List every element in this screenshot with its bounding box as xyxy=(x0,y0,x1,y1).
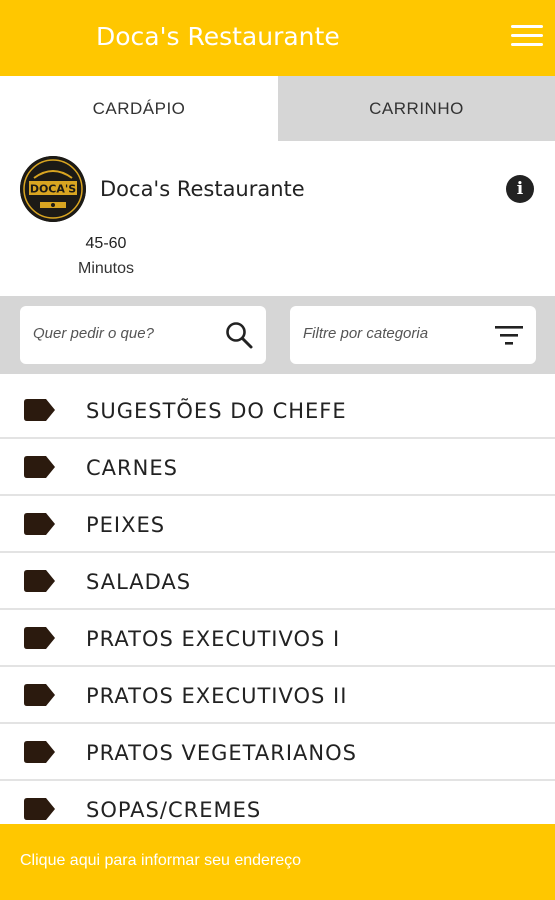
tag-icon xyxy=(24,456,56,483)
category-label: SUGESTÕES DO CHEFE xyxy=(86,399,347,423)
category-label: PRATOS VEGETARIANOS xyxy=(86,741,357,765)
filter-placeholder: Filtre por categoria xyxy=(303,325,429,342)
address-button-label: Clique aqui para informar seu endereço xyxy=(20,852,302,869)
hamburger-menu-icon[interactable] xyxy=(511,24,543,50)
search-input[interactable]: Quer pedir o que? xyxy=(20,306,266,364)
tag-icon xyxy=(24,627,56,654)
category-label: PEIXES xyxy=(86,513,166,537)
tag-icon xyxy=(24,684,56,711)
tag-icon xyxy=(24,798,56,825)
address-button[interactable]: Clique aqui para informar seu endereço xyxy=(0,824,555,900)
restaurant-logo: DOCA'S xyxy=(20,156,86,222)
app-bar: Doca's Restaurante xyxy=(0,0,555,76)
category-item[interactable]: CARNES xyxy=(0,439,555,496)
search-placeholder: Quer pedir o que? xyxy=(33,325,154,342)
restaurant-name: Doca's Restaurante xyxy=(100,177,305,201)
tab-bar: CARDÁPIO CARRINHO xyxy=(0,76,555,141)
category-item[interactable]: PEIXES xyxy=(0,496,555,553)
tab-cardapio[interactable]: CARDÁPIO xyxy=(0,76,278,141)
category-label: PRATOS EXECUTIVOS I xyxy=(86,627,341,651)
restaurant-header: DOCA'S Doca's Restaurante i 45-60 Minuto… xyxy=(0,141,555,296)
tag-icon xyxy=(24,399,56,426)
info-icon[interactable]: i xyxy=(506,175,534,203)
category-label: PRATOS EXECUTIVOS II xyxy=(86,684,348,708)
tab-carrinho[interactable]: CARRINHO xyxy=(278,76,555,141)
tag-icon xyxy=(24,513,56,540)
filter-bar: Quer pedir o que? Filtre por categoria xyxy=(0,296,555,374)
delivery-time-range: 45-60 xyxy=(85,235,127,252)
category-list: SUGESTÕES DO CHEFE CARNES PEIXES SALADAS… xyxy=(0,382,555,838)
category-item[interactable]: PRATOS EXECUTIVOS II xyxy=(0,667,555,724)
category-label: CARNES xyxy=(86,456,178,480)
delivery-time-unit: Minutos xyxy=(77,260,135,277)
category-filter-select[interactable]: Filtre por categoria xyxy=(290,306,536,364)
filter-icon[interactable] xyxy=(494,324,524,351)
tag-icon xyxy=(24,741,56,768)
category-item[interactable]: PRATOS VEGETARIANOS xyxy=(0,724,555,781)
tag-icon xyxy=(24,570,56,597)
search-icon[interactable] xyxy=(224,320,254,355)
category-item[interactable]: SALADAS xyxy=(0,553,555,610)
category-label: SOPAS/CREMES xyxy=(86,798,262,822)
category-label: SALADAS xyxy=(86,570,192,594)
app-title: Doca's Restaurante xyxy=(96,22,340,51)
svg-text:DOCA'S: DOCA'S xyxy=(30,183,76,196)
category-item[interactable]: PRATOS EXECUTIVOS I xyxy=(0,610,555,667)
category-item[interactable]: SUGESTÕES DO CHEFE xyxy=(0,382,555,439)
